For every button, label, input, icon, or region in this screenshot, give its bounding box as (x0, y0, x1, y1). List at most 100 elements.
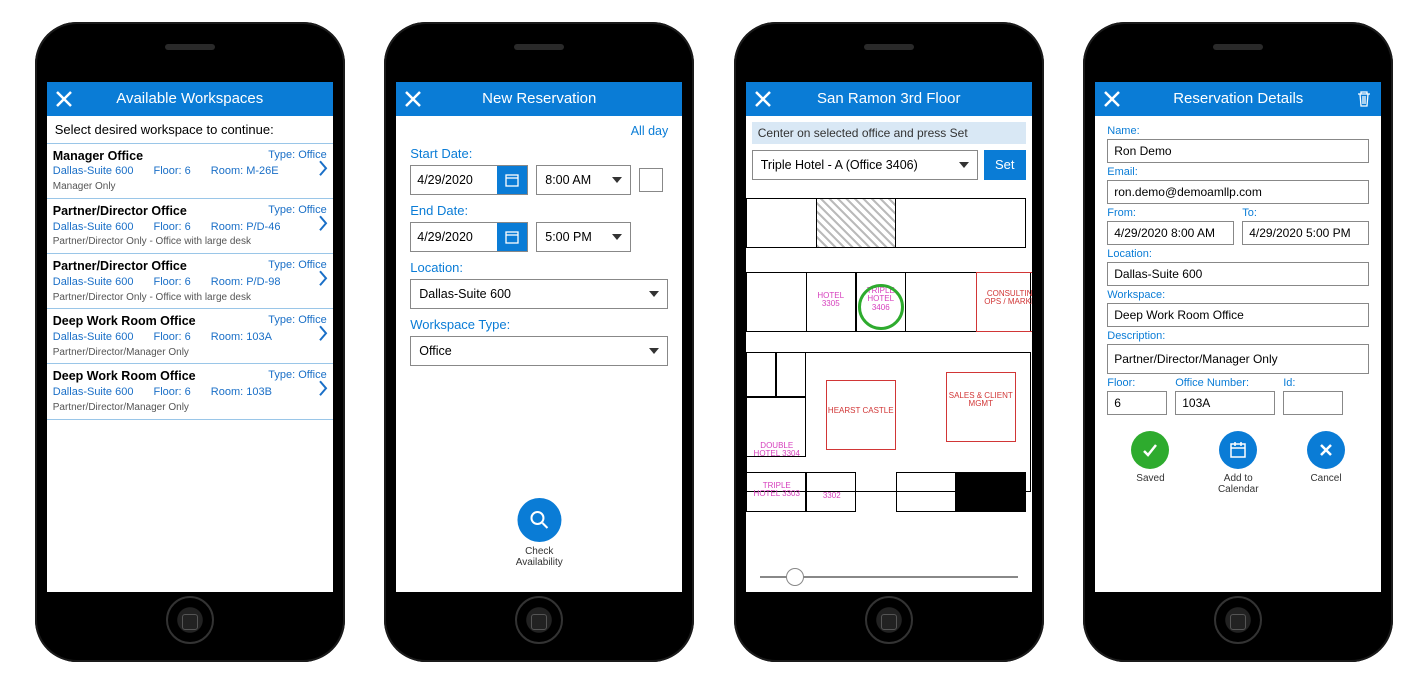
name-field[interactable] (1107, 139, 1369, 163)
room-label: DOUBLE HOTEL 3304 (752, 442, 802, 460)
chevron-right-icon (317, 159, 329, 183)
end-time-select[interactable]: 5:00 PM (536, 222, 631, 252)
workspace-description: Partner/Director Only - Office with larg… (53, 291, 327, 305)
workspace-floor: Floor: 6 (153, 220, 190, 235)
workspace-list-item[interactable]: Partner/Director Office Type: Office Dal… (47, 199, 333, 254)
workspace-location: Dallas-Suite 600 (53, 275, 134, 290)
from-field[interactable] (1107, 221, 1234, 245)
calendar-icon[interactable] (497, 166, 527, 194)
workspace-floor: Floor: 6 (153, 330, 190, 345)
page-title: New Reservation (430, 90, 648, 107)
location-label: Location: (410, 260, 668, 275)
workspace-name: Partner/Director Office (53, 258, 187, 275)
description-label: Description: (1107, 330, 1369, 342)
workspace-field[interactable] (1107, 303, 1369, 327)
email-label: Email: (1107, 166, 1369, 178)
workspace-description: Partner/Director Only - Office with larg… (53, 235, 327, 249)
close-icon[interactable] (1095, 82, 1129, 116)
workspace-floor: Floor: 6 (153, 385, 190, 400)
office-select[interactable]: Triple Hotel - A (Office 3406) (752, 150, 978, 180)
end-date-input[interactable]: 4/29/2020 (411, 223, 497, 251)
room-label: HOTEL 3305 (808, 292, 854, 310)
allday-checkbox[interactable] (639, 168, 663, 192)
email-field[interactable] (1107, 180, 1369, 204)
location-select[interactable]: Dallas-Suite 600 (410, 279, 668, 309)
workspace-room: Room: M-26E (211, 164, 279, 179)
workspace-location: Dallas-Suite 600 (53, 220, 134, 235)
chevron-down-icon (649, 291, 659, 297)
close-icon[interactable] (396, 82, 430, 116)
wstype-label: Workspace Type: (410, 317, 668, 332)
workspace-name: Deep Work Room Office (53, 313, 196, 330)
from-label: From: (1107, 207, 1234, 219)
start-date-input[interactable]: 4/29/2020 (411, 166, 497, 194)
start-time-select[interactable]: 8:00 AM (536, 165, 631, 195)
floor-label: Floor: (1107, 377, 1167, 389)
chevron-right-icon (317, 380, 329, 404)
saved-button[interactable]: Saved (1131, 431, 1169, 495)
instruction-text: Select desired workspace to continue: (47, 116, 333, 144)
to-field[interactable] (1242, 221, 1369, 245)
close-icon[interactable] (746, 82, 780, 116)
workspace-list-item[interactable]: Deep Work Room Office Type: Office Dalla… (47, 309, 333, 364)
workspace-name: Deep Work Room Office (53, 368, 196, 385)
office-number-field[interactable] (1175, 391, 1275, 415)
room-label: CONSULTING OPS / MARKET (978, 290, 1032, 308)
workspace-room: Room: P/D-98 (211, 275, 281, 290)
chevron-right-icon (317, 325, 329, 349)
floor-field[interactable] (1107, 391, 1167, 415)
end-date-label: End Date: (410, 203, 668, 218)
id-field[interactable] (1283, 391, 1343, 415)
office-number-label: Office Number: (1175, 377, 1275, 389)
floorplan-map[interactable]: HOTEL 3305 TRIPLE HOTEL 3406 CONSULTING … (746, 186, 1032, 592)
cancel-button[interactable]: Cancel (1307, 431, 1345, 495)
checkmark-icon (1131, 431, 1169, 469)
location-field[interactable] (1107, 262, 1369, 286)
workspace-description: Manager Only (53, 180, 327, 194)
workspace-name: Manager Office (53, 148, 143, 165)
page-title: San Ramon 3rd Floor (780, 90, 998, 107)
phone-reservation-details: Reservation Details Name: Email: From: T… (1083, 22, 1393, 662)
workspace-list-item[interactable]: Deep Work Room Office Type: Office Dalla… (47, 364, 333, 419)
id-label: Id: (1283, 377, 1343, 389)
description-field[interactable] (1107, 344, 1369, 374)
zoom-slider-thumb[interactable] (786, 568, 804, 586)
calendar-icon (1219, 431, 1257, 469)
target-ring-icon (858, 284, 904, 330)
workspace-floor: Floor: 6 (153, 275, 190, 290)
room-label: SALES & CLIENT MGMT (948, 392, 1014, 410)
calendar-icon[interactable] (497, 223, 527, 251)
page-title: Available Workspaces (81, 90, 299, 107)
add-to-calendar-button[interactable]: Add to Calendar (1218, 431, 1259, 495)
workspace-name: Partner/Director Office (53, 203, 187, 220)
phone-new-reservation: New Reservation All day Start Date: 4/29… (384, 22, 694, 662)
workspace-location: Dallas-Suite 600 (53, 164, 134, 179)
chevron-down-icon (612, 234, 622, 240)
delete-icon[interactable] (1347, 82, 1381, 116)
workspace-location: Dallas-Suite 600 (53, 385, 134, 400)
workspace-list-item[interactable]: Manager Office Type: Office Dallas-Suite… (47, 144, 333, 199)
phone-available-workspaces: Available Workspaces Select desired work… (35, 22, 345, 662)
search-icon (517, 498, 561, 542)
workspace-floor: Floor: 6 (153, 164, 190, 179)
chevron-down-icon (612, 177, 622, 183)
workspace-type-select[interactable]: Office (410, 336, 668, 366)
workspace-list-item[interactable]: Partner/Director Office Type: Office Dal… (47, 254, 333, 309)
close-icon[interactable] (47, 82, 81, 116)
workspace-room: Room: P/D-46 (211, 220, 281, 235)
floorplan-hint: Center on selected office and press Set (752, 122, 1026, 144)
name-label: Name: (1107, 125, 1369, 137)
workspace-location: Dallas-Suite 600 (53, 330, 134, 345)
room-label: 3302 (812, 492, 852, 501)
check-availability-button[interactable]: Check Availability (516, 498, 563, 568)
set-button[interactable]: Set (984, 150, 1026, 180)
room-label: HEARST CASTLE (828, 407, 894, 416)
chevron-right-icon (317, 214, 329, 238)
workspace-description: Partner/Director/Manager Only (53, 346, 327, 360)
titlebar: Available Workspaces (47, 82, 333, 116)
workspace-room: Room: 103A (211, 330, 272, 345)
room-label: TRIPLE HOTEL 3303 (752, 482, 802, 500)
chevron-down-icon (959, 162, 969, 168)
close-icon (1307, 431, 1345, 469)
allday-label: All day (631, 124, 669, 138)
